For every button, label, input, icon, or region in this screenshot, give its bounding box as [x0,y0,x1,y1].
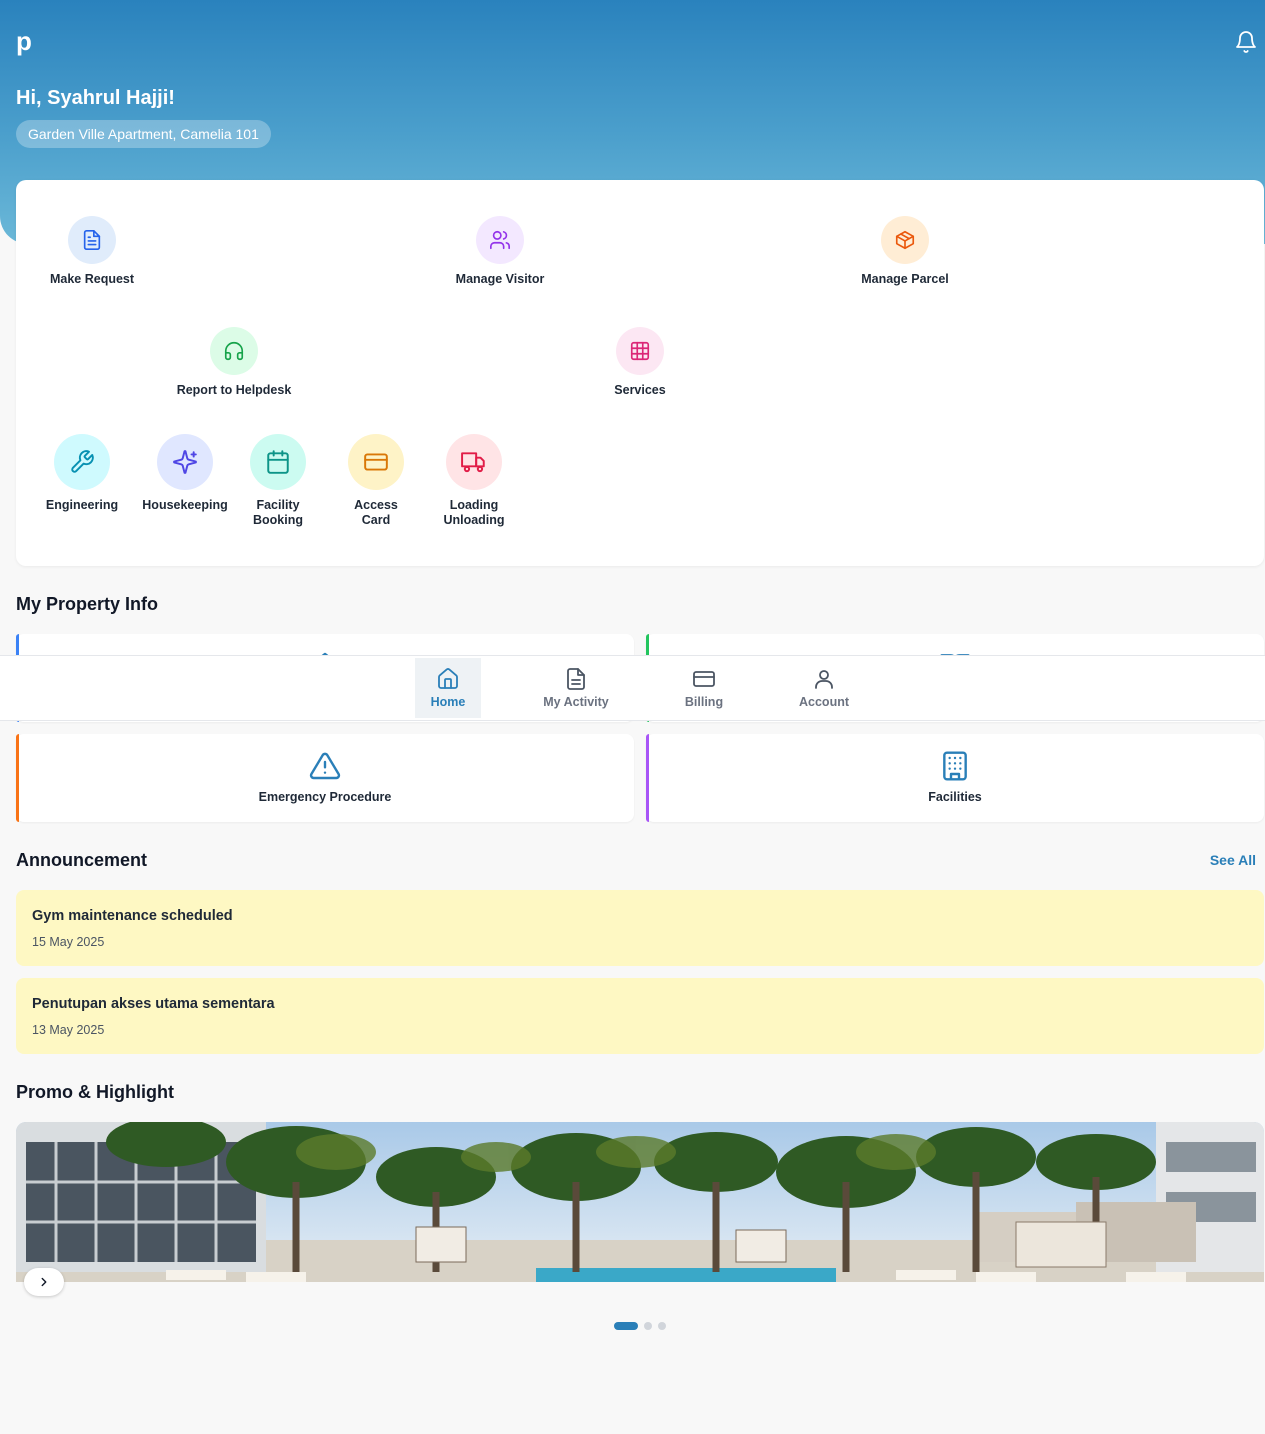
carousel-dot[interactable] [644,1322,652,1330]
see-all-link[interactable]: See All [1200,850,1256,870]
unit-location-chip[interactable]: Garden Ville Apartment, Camelia 101 [16,120,271,148]
access-card-button[interactable]: Access Card [340,434,412,528]
users-icon [476,216,524,264]
credit-card-icon [348,434,404,490]
alert-triangle-icon [309,752,341,780]
emergency-procedure-card[interactable]: Emergency Procedure [16,734,634,822]
sparkles-icon [157,434,213,490]
user-icon [815,670,833,689]
app-logo: p [16,26,32,56]
card-accent [16,734,19,822]
nav-account-label: Account [799,695,849,709]
facilities-card[interactable]: Facilities [646,734,1264,822]
headphones-icon [210,327,258,375]
loading-unloading-label: Loading Unloading [443,498,505,527]
calendar-icon [250,434,306,490]
promo-title: Promo & Highlight [16,1082,174,1102]
make-request-label: Make Request [49,272,135,286]
announcement-title: Announcement [16,850,148,870]
bell-icon[interactable] [1234,30,1258,54]
package-icon [881,216,929,264]
report-helpdesk-button[interactable]: Report to Helpdesk [164,327,304,398]
truck-icon [446,434,502,490]
chevron-right-icon [41,1277,47,1287]
pool-resort-photo [16,1122,1264,1282]
manage-visitor-button[interactable]: Manage Visitor [440,216,560,287]
announcement-date: 13 May 2025 [32,1023,105,1037]
facility-booking-label: Facility Booking [253,498,303,527]
nav-my-activity-label: My Activity [543,695,609,709]
nav-account[interactable]: Account [792,658,856,718]
nav-billing-label: Billing [684,695,724,709]
announcement-title-text: Gym maintenance scheduled [32,908,233,924]
access-card-label: Access Card [354,498,398,527]
manage-parcel-label: Manage Parcel [861,272,949,286]
announcement-date: 15 May 2025 [32,935,105,949]
announcement-item[interactable]: Gym maintenance scheduled 15 May 2025 [16,890,1264,966]
wrench-icon [54,434,110,490]
housekeeping-label: Housekeeping [142,498,228,512]
facilities-label: Facilities [928,790,982,804]
carousel-prev-button[interactable] [24,1268,64,1296]
carousel-dot[interactable] [658,1322,666,1330]
nav-home-label: Home [430,695,466,709]
engineering-button[interactable]: Engineering [42,434,122,513]
engineering-label: Engineering [45,498,119,512]
housekeeping-button[interactable]: Housekeeping [140,434,230,513]
quick-menu-card: Make Request Manage Visitor Manage Parce… [16,180,1264,566]
announcement-item[interactable]: Penutupan akses utama sementara 13 May 2… [16,978,1264,1054]
file-text-icon [567,668,585,690]
file-text-icon [68,216,116,264]
card-accent [646,734,649,822]
loading-unloading-button[interactable]: Loading Unloading [438,434,510,528]
services-button[interactable]: Services [580,327,700,398]
manage-parcel-button[interactable]: Manage Parcel [845,216,965,287]
bottom-navigation: Home My Activity Billing Account [0,655,1265,721]
emergency-procedure-label: Emergency Procedure [258,790,392,804]
building-icon [943,751,967,781]
report-helpdesk-label: Report to Helpdesk [176,383,292,397]
greeting: Hi, Syahrul Hajji! [16,87,175,109]
manage-visitor-label: Manage Visitor [455,272,545,286]
grid-icon [616,327,664,375]
credit-card-icon [693,671,715,687]
nav-my-activity[interactable]: My Activity [536,658,616,718]
property-info-title: My Property Info [16,594,159,614]
carousel-dot-active[interactable] [614,1322,638,1330]
facility-booking-button[interactable]: Facility Booking [242,434,314,528]
home-icon [438,668,458,689]
nav-home[interactable]: Home [415,658,481,718]
services-label: Services [614,383,666,397]
nav-billing[interactable]: Billing [672,658,736,718]
make-request-button[interactable]: Make Request [32,216,152,287]
promo-banner-image[interactable] [16,1122,1264,1282]
announcement-title-text: Penutupan akses utama sementara [32,996,275,1012]
carousel-pagination [614,1322,666,1330]
